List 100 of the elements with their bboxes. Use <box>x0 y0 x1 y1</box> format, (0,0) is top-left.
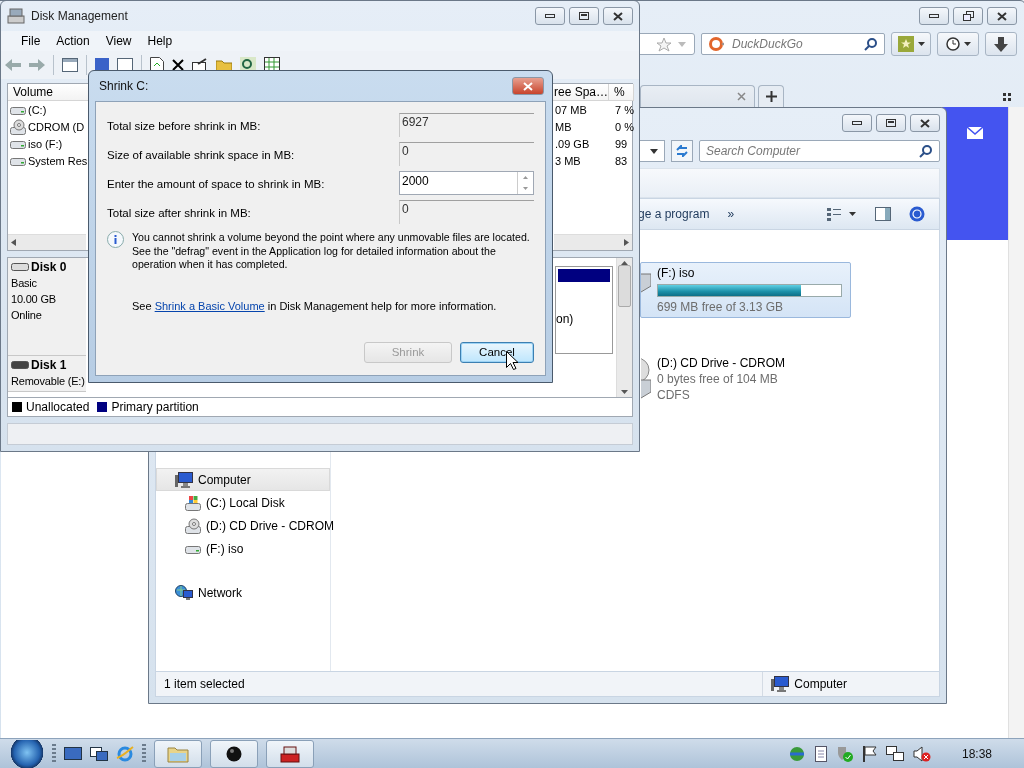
readonly-field: 6927 <box>399 112 534 137</box>
document-icon <box>814 745 827 762</box>
partition-header-bar <box>558 269 610 282</box>
table-cell-text: 83 <box>614 153 629 169</box>
minimize-icon <box>545 13 555 19</box>
info-icon <box>107 231 124 248</box>
nav-item[interactable]: (F:) iso <box>156 537 330 560</box>
download-arrow-icon <box>994 36 1008 52</box>
minimize-button[interactable] <box>919 7 949 25</box>
speaker-muted-icon <box>912 745 931 762</box>
field-label: Enter the amount of space to shrink in MB: <box>107 177 326 190</box>
drive-name: (D:) CD Drive - CDROM <box>657 356 786 370</box>
caret-icon <box>917 42 925 46</box>
vertical-scrollbar[interactable] <box>616 258 632 397</box>
caret-icon <box>678 41 686 47</box>
close-icon <box>737 92 746 101</box>
view-options-icon <box>827 207 857 221</box>
new-tab-button[interactable] <box>758 85 784 107</box>
search-field[interactable]: Search Computer <box>699 140 940 162</box>
folder-icon <box>167 744 189 763</box>
windows-icon <box>90 746 108 761</box>
field-label: Size of available shrink space in MB: <box>107 148 296 161</box>
nav-item[interactable]: Network <box>156 581 330 604</box>
close-icon <box>523 81 533 91</box>
help-text: See Shrink a Basic Volume in Disk Management help for more information. <box>132 299 498 312</box>
disk-detail: Removable (E:) <box>11 374 85 388</box>
restore-button[interactable] <box>953 7 983 25</box>
drive-tile[interactable]: (F:) iso 699 MB free of 3.13 GB <box>640 262 851 318</box>
minimize-button[interactable] <box>535 7 565 25</box>
search-field[interactable]: DuckDuckGo <box>701 33 885 55</box>
status-location: Computer <box>794 677 847 691</box>
taskbar-button[interactable] <box>266 739 314 768</box>
menu-item[interactable]: Action <box>48 34 98 48</box>
table-cell-text: .09 GB <box>554 136 591 152</box>
refresh-button[interactable] <box>671 140 693 162</box>
table-cell-text: MB <box>554 119 573 135</box>
column-header[interactable]: % <box>609 84 634 101</box>
system-drive-icon <box>185 494 201 511</box>
close-button[interactable] <box>987 7 1017 25</box>
disk-management-icon <box>7 8 25 24</box>
drive-tile[interactable]: (D:) CD Drive - CDROM 0 bytes free of 104 MB CDFS <box>640 352 851 406</box>
menu-item[interactable]: Help <box>139 34 181 48</box>
restore-icon <box>962 11 974 21</box>
amount-field[interactable]: 2000 <box>399 170 534 195</box>
readonly-field: 0 <box>399 141 534 166</box>
menu-item[interactable]: File <box>13 34 49 48</box>
table-cell-text: 99 <box>614 136 629 152</box>
file-system-text: CDFS <box>657 388 691 402</box>
nav-item[interactable]: (C:) Local Disk <box>156 491 330 514</box>
close-button[interactable] <box>910 114 940 132</box>
download-button[interactable] <box>985 32 1017 56</box>
nav-item[interactable]: Computer <box>156 468 330 491</box>
free-space-text: 699 MB free of 3.13 GB <box>657 300 785 314</box>
close-icon <box>920 118 930 128</box>
desktop-icon <box>64 746 82 761</box>
computer-icon <box>771 676 790 692</box>
maximize-icon <box>579 12 589 20</box>
field-label: Total size before shrink in MB: <box>107 119 262 132</box>
more-commands-button[interactable]: » <box>727 207 735 221</box>
horizontal-scrollbar[interactable] <box>554 234 632 250</box>
status-text: 1 item selected <box>164 677 245 691</box>
disk-name: Disk 1 <box>11 358 84 372</box>
grid-icon <box>1003 93 1011 101</box>
caret-icon <box>963 42 971 46</box>
menu-item[interactable]: View <box>97 34 140 48</box>
free-space-text: 0 bytes free of 104 MB <box>657 372 779 386</box>
disk-detail: 10.00 GB <box>11 292 56 306</box>
table-cell-text: 0 % <box>614 119 634 135</box>
window-title: Disk Management <box>31 9 128 23</box>
maximize-button[interactable] <box>876 114 906 132</box>
start-button[interactable] <box>10 739 44 768</box>
table-cell-text: 3 MB <box>554 153 582 169</box>
shield-check-icon <box>835 745 854 762</box>
spin-up-icon <box>523 175 528 179</box>
dialog-title: Shrink C: <box>98 79 149 93</box>
scroll-down-icon <box>621 390 628 394</box>
caret-icon <box>650 148 658 154</box>
forward-icon <box>29 59 45 71</box>
partition-label: on) <box>556 312 575 326</box>
horizontal-scrollbar[interactable] <box>8 234 86 250</box>
computer-icon <box>175 471 193 488</box>
network-icon <box>175 584 193 601</box>
minimize-button[interactable] <box>842 114 872 132</box>
close-icon <box>613 11 623 21</box>
envelope-icon <box>967 127 983 139</box>
partition-block[interactable]: on) <box>555 266 613 354</box>
help-link[interactable]: Shrink a Basic Volume <box>154 299 265 312</box>
maximize-button[interactable] <box>569 7 599 25</box>
disk-name: Disk 0 <box>11 260 84 274</box>
taskbar-button[interactable] <box>210 739 258 768</box>
refresh-icon <box>675 145 689 157</box>
scrollbar[interactable] <box>1008 107 1024 739</box>
bookmark-icon <box>897 36 914 52</box>
scroll-left-icon <box>11 239 16 246</box>
clock-icon <box>945 37 960 51</box>
flag-icon <box>862 745 877 762</box>
disk-management-icon <box>279 744 301 763</box>
history-button[interactable] <box>937 32 979 56</box>
close-button[interactable] <box>603 7 633 25</box>
readonly-field: 0 <box>399 199 534 224</box>
